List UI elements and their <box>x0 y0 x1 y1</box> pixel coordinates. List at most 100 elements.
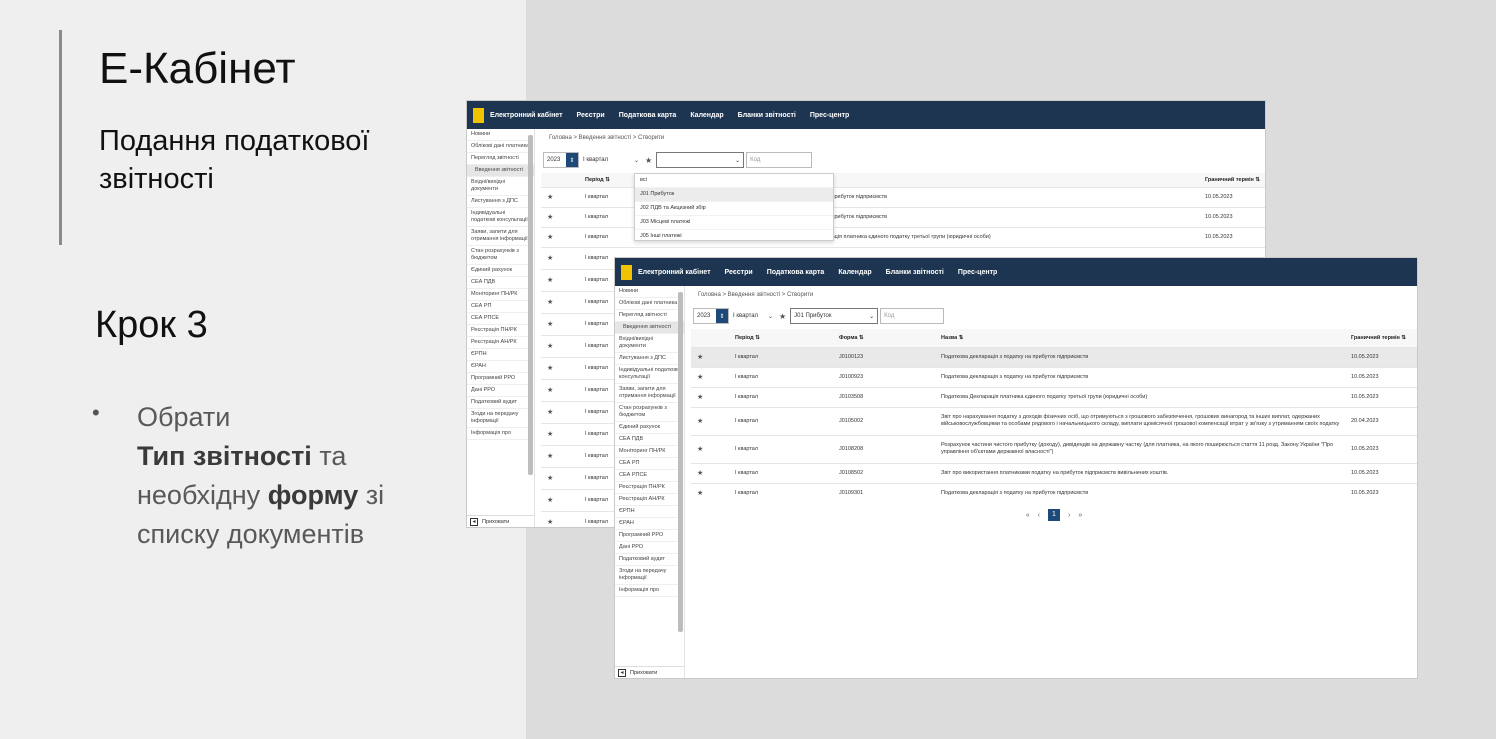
sidebar-item[interactable]: Інформація про <box>467 428 534 440</box>
sidebar-item[interactable]: Податковий аудит <box>467 397 534 409</box>
col-deadline[interactable]: Граничний термін ⇅ <box>1205 173 1265 187</box>
star-icon[interactable]: ★ <box>697 354 703 361</box>
dropdown-option[interactable]: всі <box>635 174 833 188</box>
period-select[interactable]: I квартал ⌄ <box>583 157 639 164</box>
table-row[interactable]: ★ I квартал J0109301 Податкова декларація з… <box>691 482 1417 503</box>
star-icon[interactable]: ★ <box>697 446 703 453</box>
sidebar-item[interactable]: Вхідні/вихідні документи <box>467 177 534 196</box>
star-icon[interactable]: ★ <box>547 497 553 504</box>
report-type-select[interactable]: ⌄ <box>656 152 745 168</box>
sidebar-item[interactable]: Дані РРО <box>467 385 534 397</box>
sort-icon[interactable]: ⇅ <box>1255 177 1260 183</box>
sidebar-item[interactable]: Новини <box>615 286 684 298</box>
report-type-dropdown[interactable]: всі J01 Прибуток J02 ПДВ та Акцизний збір J… <box>634 173 834 241</box>
sidebar-item[interactable]: Моніторинг ПН/РК <box>467 289 534 301</box>
year-field[interactable]: 2023 ⇕ <box>543 152 579 168</box>
sidebar-item[interactable]: Інформація про <box>615 585 684 597</box>
year-stepper-icon[interactable]: ⇕ <box>716 309 728 323</box>
prev-page-button[interactable]: ‹ <box>1038 512 1040 519</box>
star-icon[interactable]: ★ <box>697 374 703 381</box>
dropdown-option[interactable]: J05 Інші платежі <box>635 230 833 240</box>
sidebar-item[interactable]: Реєстрація ПН/РК <box>615 482 684 494</box>
star-icon[interactable]: ★ <box>547 321 553 328</box>
sidebar-item[interactable]: Згоди на передачу інформації <box>467 409 534 428</box>
current-page-button[interactable]: 1 <box>1048 509 1060 521</box>
sidebar-item[interactable]: Податковий аудит <box>615 554 684 566</box>
star-icon[interactable]: ★ <box>779 312 786 321</box>
sidebar-hide-toggle[interactable]: ◂ Приховати <box>615 666 684 678</box>
code-input[interactable]: Код <box>880 308 945 324</box>
nav-item-registers[interactable]: Реєстри <box>577 112 605 119</box>
sort-icon[interactable]: ⇅ <box>859 335 864 341</box>
sidebar-item[interactable]: ЄРАН <box>615 518 684 530</box>
star-icon[interactable]: ★ <box>547 387 553 394</box>
star-icon[interactable]: ★ <box>697 394 703 401</box>
nav-item-report-forms[interactable]: Бланки звітності <box>738 112 796 119</box>
breadcrumb-home[interactable]: Головна <box>549 135 572 141</box>
sidebar-item[interactable]: Введення звітності <box>467 165 534 177</box>
table-row[interactable]: ★ I квартал J0105002 Звіт про нарахування п… <box>691 406 1417 435</box>
sidebar-item[interactable]: Облікові дані платника <box>467 141 534 153</box>
star-icon[interactable]: ★ <box>547 431 553 438</box>
code-input[interactable]: Код <box>746 152 813 168</box>
period-select[interactable]: I квартал ⌄ <box>733 313 773 320</box>
dropdown-option[interactable]: J01 Прибуток <box>635 188 833 202</box>
sidebar-item[interactable]: СЕА ПДВ <box>467 277 534 289</box>
last-page-button[interactable]: » <box>1078 512 1082 519</box>
sidebar-item[interactable]: Моніторинг ПН/РК <box>615 446 684 458</box>
breadcrumb-section[interactable]: Введення звітності <box>728 292 780 298</box>
sidebar-item[interactable]: ЄРПН <box>615 506 684 518</box>
sidebar-scrollbar[interactable] <box>678 292 683 632</box>
star-icon[interactable]: ★ <box>547 299 553 306</box>
nav-item-report-forms[interactable]: Бланки звітності <box>886 269 944 276</box>
star-icon[interactable]: ★ <box>645 156 652 165</box>
sidebar-item[interactable]: Перегляд звітності <box>467 153 534 165</box>
sidebar-item[interactable]: Реєстрація АН/РК <box>615 494 684 506</box>
sidebar-item[interactable]: Єдиний рахунок <box>615 422 684 434</box>
table-row[interactable]: ★ I квартал J0100123 Податкова декларація з… <box>691 346 1417 367</box>
sidebar-item[interactable]: СЕА РП <box>615 458 684 470</box>
table-row[interactable]: ★ I квартал J0100923 Податкова декларація з… <box>691 366 1417 387</box>
sidebar-item[interactable]: Новини <box>467 129 534 141</box>
sidebar-item[interactable]: Стан розрахунків з бюджетом <box>615 403 684 422</box>
sidebar-item[interactable]: ЄРАН <box>467 361 534 373</box>
year-field[interactable]: 2023 ⇕ <box>693 308 729 324</box>
col-form[interactable]: Форма ⇅ <box>839 329 941 347</box>
star-icon[interactable]: ★ <box>547 277 553 284</box>
sidebar-item[interactable]: Заяви, запити для отримання інформації <box>615 384 684 403</box>
report-type-select[interactable]: J01 Прибуток ⌄ <box>790 308 879 324</box>
sidebar-item[interactable]: Облікові дані платника <box>615 298 684 310</box>
sidebar-item[interactable]: Стан розрахунків з бюджетом <box>467 246 534 265</box>
star-icon[interactable]: ★ <box>697 470 703 477</box>
dropdown-option[interactable]: J03 Місцеві платежі <box>635 216 833 230</box>
breadcrumb-section[interactable]: Введення звітності <box>579 135 631 141</box>
dropdown-option[interactable]: J02 ПДВ та Акцизний збір <box>635 202 833 216</box>
first-page-button[interactable]: « <box>1026 512 1030 519</box>
sidebar-item[interactable]: Листування з ДПС <box>467 196 534 208</box>
sidebar-item[interactable]: Вхідні/вихідні документи <box>615 334 684 353</box>
sidebar-item[interactable]: Реєстрація ПН/РК <box>467 325 534 337</box>
nav-item-calendar[interactable]: Календар <box>838 269 871 276</box>
sidebar-item[interactable]: СЕА ПДВ <box>615 434 684 446</box>
sidebar-item[interactable]: Заяви, запити для отримання інформації <box>467 227 534 246</box>
sidebar-item[interactable]: Реєстрація АН/РК <box>467 337 534 349</box>
star-icon[interactable]: ★ <box>547 365 553 372</box>
star-icon[interactable]: ★ <box>547 194 553 201</box>
sidebar-hide-toggle[interactable]: ◂ Приховати <box>467 515 534 527</box>
star-icon[interactable]: ★ <box>547 214 553 221</box>
nav-item-press-center[interactable]: Прес-центр <box>810 112 849 119</box>
nav-item-tax-map[interactable]: Податкова карта <box>767 269 825 276</box>
next-page-button[interactable]: › <box>1068 512 1070 519</box>
breadcrumb-home[interactable]: Головна <box>698 292 721 298</box>
star-icon[interactable]: ★ <box>547 519 553 526</box>
sidebar-item[interactable]: Дані РРО <box>615 542 684 554</box>
table-row[interactable]: ★ I квартал J0103508 Податкова Декларація п… <box>691 386 1417 407</box>
star-icon[interactable]: ★ <box>547 453 553 460</box>
col-period[interactable]: Період ⇅ <box>735 329 839 347</box>
sidebar-item[interactable]: Листування з ДПС <box>615 353 684 365</box>
sidebar-item[interactable]: Згоди на передачу інформації <box>615 566 684 585</box>
sort-icon[interactable]: ⇅ <box>959 335 964 341</box>
nav-item-tax-map[interactable]: Податкова карта <box>619 112 677 119</box>
table-row[interactable]: ★ I квартал J0108208 Розрахунок частини чис… <box>691 434 1417 463</box>
star-icon[interactable]: ★ <box>697 418 703 425</box>
